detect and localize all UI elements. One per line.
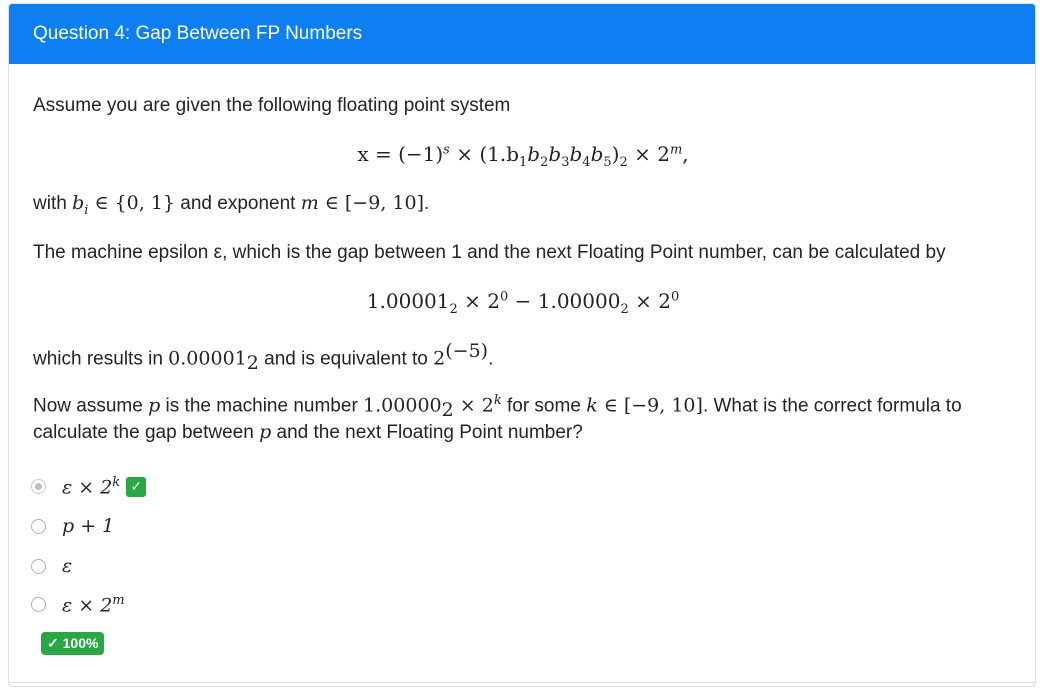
- option-2-radio[interactable]: [31, 518, 46, 534]
- question-card: Question 4: Gap Between FP Numbers Assum…: [8, 3, 1036, 687]
- option-2-label: p + 1: [62, 515, 115, 537]
- question-text-line2: calculate the gap between p and the next…: [33, 421, 583, 443]
- answer-option-3[interactable]: ε: [31, 555, 72, 577]
- result-text: which results in 0.000012 and is equival…: [33, 340, 494, 375]
- check-icon: ✓: [126, 476, 147, 497]
- answer-option-1[interactable]: ε × 2k ✓: [31, 475, 147, 499]
- card-footer-divider: [9, 682, 1035, 683]
- option-3-label: ε: [62, 555, 73, 577]
- option-4-label: ε × 2m: [62, 593, 125, 617]
- formula-fp-system: x = (−1)s × (1.b1b2b3b4b5)2 × 2m,: [357, 142, 689, 170]
- formula-epsilon: 1.000012 × 20 − 1.000002 × 20: [366, 289, 680, 317]
- option-1-label: ε × 2k: [62, 475, 121, 499]
- question-header: Question 4: Gap Between FP Numbers: [9, 4, 1035, 64]
- intro-text: Assume you are given the following float…: [33, 95, 511, 116]
- option-1-radio[interactable]: [31, 479, 46, 495]
- score-badge: ✓ 100%: [41, 632, 105, 655]
- answer-option-2[interactable]: p + 1: [31, 515, 114, 537]
- answer-option-4[interactable]: ε × 2m: [31, 593, 125, 616]
- bits-and-exponent-text: with bi ∈ {0, 1} and exponent m ∈ [−9, 1…: [33, 192, 430, 218]
- question-title: Question 4: Gap Between FP Numbers: [33, 23, 363, 44]
- epsilon-text: The machine epsilon ε, which is the gap …: [33, 242, 946, 263]
- option-4-radio[interactable]: [31, 597, 46, 613]
- option-3-radio[interactable]: [31, 558, 46, 574]
